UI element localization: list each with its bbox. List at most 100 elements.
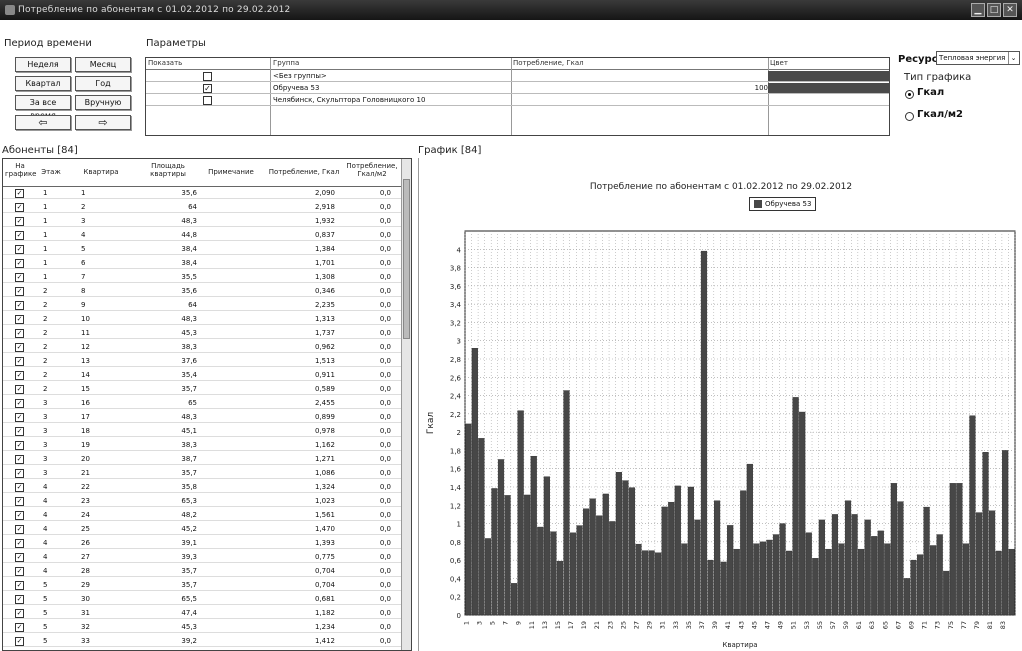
- on-chart-checkbox[interactable]: ✓: [15, 217, 24, 226]
- on-chart-checkbox[interactable]: ✓: [15, 567, 24, 576]
- on-chart-checkbox[interactable]: ✓: [15, 623, 24, 632]
- on-chart-checkbox[interactable]: ✓: [15, 413, 24, 422]
- table-row[interactable]: ✓ 3 19 38,3 1,162 0,0: [3, 440, 403, 451]
- table-row[interactable]: ✓ 2 15 35,7 0,589 0,0: [3, 384, 403, 395]
- group-color[interactable]: [768, 83, 890, 93]
- col-floor[interactable]: Этаж: [39, 168, 63, 176]
- table-row[interactable]: ✓ 1 7 35,5 1,308 0,0: [3, 272, 403, 283]
- on-chart-checkbox[interactable]: ✓: [15, 385, 24, 394]
- subscribers-scrollbar[interactable]: [401, 159, 411, 650]
- table-row[interactable]: ✓ 2 11 45,3 1,737 0,0: [3, 328, 403, 339]
- on-chart-checkbox[interactable]: ✓: [15, 399, 24, 408]
- on-chart-checkbox[interactable]: ✓: [15, 273, 24, 282]
- on-chart-checkbox[interactable]: ✓: [15, 259, 24, 268]
- table-row[interactable]: ✓ 4 25 45,2 1,470 0,0: [3, 524, 403, 535]
- params-row[interactable]: ✓ Обручева 53 100: [146, 83, 890, 94]
- col-area[interactable]: Площадь квартиры: [143, 162, 193, 178]
- radio-gcal-m2[interactable]: [905, 112, 914, 121]
- on-chart-checkbox[interactable]: ✓: [15, 287, 24, 296]
- on-chart-checkbox[interactable]: ✓: [15, 469, 24, 478]
- col-on-chart[interactable]: На графике: [5, 162, 36, 178]
- params-row[interactable]: <Без группы>: [146, 71, 890, 82]
- on-chart-checkbox[interactable]: ✓: [15, 539, 24, 548]
- table-row[interactable]: ✓ 4 22 35,8 1,324 0,0: [3, 482, 403, 493]
- manual-button[interactable]: Вручную: [75, 95, 131, 110]
- params-row[interactable]: Челябинск, Скульптора Головницкого 10: [146, 95, 889, 106]
- show-checkbox[interactable]: [203, 72, 212, 81]
- table-row[interactable]: ✓ 1 5 38,4 1,384 0,0: [3, 244, 403, 255]
- table-row[interactable]: ✓ 3 21 35,7 1,086 0,0: [3, 468, 403, 479]
- cell-area: 35,7: [181, 567, 197, 575]
- table-row[interactable]: ✓ 1 4 44,8 0,837 0,0: [3, 230, 403, 241]
- all-time-button[interactable]: За все время: [15, 95, 71, 120]
- table-row[interactable]: ✓ 3 18 45,1 0,978 0,0: [3, 426, 403, 437]
- on-chart-checkbox[interactable]: ✓: [15, 189, 24, 198]
- on-chart-checkbox[interactable]: ✓: [15, 497, 24, 506]
- on-chart-checkbox[interactable]: ✓: [15, 511, 24, 520]
- table-row[interactable]: ✓ 4 26 39,1 1,393 0,0: [3, 538, 403, 549]
- on-chart-checkbox[interactable]: ✓: [15, 441, 24, 450]
- show-checkbox[interactable]: [203, 96, 212, 105]
- on-chart-checkbox[interactable]: ✓: [15, 553, 24, 562]
- table-row[interactable]: ✓ 3 20 38,7 1,271 0,0: [3, 454, 403, 465]
- next-arrow-button[interactable]: ⇨: [75, 115, 131, 130]
- table-row[interactable]: ✓ 2 14 35,4 0,911 0,0: [3, 370, 403, 381]
- on-chart-checkbox[interactable]: ✓: [15, 595, 24, 604]
- table-row[interactable]: ✓ 5 32 45,3 1,234 0,0: [3, 622, 403, 633]
- table-row[interactable]: ✓ 4 27 39,3 0,775 0,0: [3, 552, 403, 563]
- week-button[interactable]: Неделя: [15, 57, 71, 72]
- radio-gcal[interactable]: [905, 90, 914, 99]
- table-row[interactable]: ✓ 5 33 39,2 1,412 0,0: [3, 636, 403, 647]
- quarter-button[interactable]: Квартал: [15, 76, 71, 91]
- month-button[interactable]: Месяц: [75, 57, 131, 72]
- on-chart-checkbox[interactable]: ✓: [15, 427, 24, 436]
- on-chart-checkbox[interactable]: ✓: [15, 203, 24, 212]
- table-row[interactable]: ✓ 1 1 35,6 2,090 0,0: [3, 188, 403, 199]
- on-chart-checkbox[interactable]: ✓: [15, 581, 24, 590]
- on-chart-checkbox[interactable]: ✓: [15, 609, 24, 618]
- col-note[interactable]: Примечание: [201, 168, 261, 176]
- on-chart-checkbox[interactable]: ✓: [15, 245, 24, 254]
- table-row[interactable]: ✓ 1 3 48,3 1,932 0,0: [3, 216, 403, 227]
- table-row[interactable]: ✓ 2 9 64 2,235 0,0: [3, 300, 403, 311]
- col-apartment[interactable]: Квартира: [79, 168, 123, 176]
- on-chart-checkbox[interactable]: ✓: [15, 637, 24, 646]
- table-row[interactable]: ✓ 4 24 48,2 1,561 0,0: [3, 510, 403, 521]
- close-button[interactable]: ✕: [1003, 3, 1017, 17]
- on-chart-checkbox[interactable]: ✓: [15, 371, 24, 380]
- table-row[interactable]: ✓ 4 28 35,7 0,704 0,0: [3, 566, 403, 577]
- scrollbar-thumb[interactable]: [403, 179, 410, 339]
- table-row[interactable]: ✓ 4 23 65,3 1,023 0,0: [3, 496, 403, 507]
- on-chart-checkbox[interactable]: ✓: [15, 301, 24, 310]
- table-row[interactable]: ✓ 1 6 38,4 1,701 0,0: [3, 258, 403, 269]
- table-row[interactable]: ✓ 3 16 65 2,455 0,0: [3, 398, 403, 409]
- table-row[interactable]: ✓ 5 29 35,7 0,704 0,0: [3, 580, 403, 591]
- group-color[interactable]: [768, 95, 890, 105]
- on-chart-checkbox[interactable]: ✓: [15, 231, 24, 240]
- table-row[interactable]: ✓ 5 30 65,5 0,681 0,0: [3, 594, 403, 605]
- on-chart-checkbox[interactable]: ✓: [15, 455, 24, 464]
- group-color[interactable]: [768, 71, 890, 81]
- chevron-down-icon[interactable]: ⌄: [1008, 52, 1018, 64]
- on-chart-checkbox[interactable]: ✓: [15, 343, 24, 352]
- table-row[interactable]: ✓ 2 12 38,3 0,962 0,0: [3, 342, 403, 353]
- prev-arrow-button[interactable]: ⇦: [15, 115, 71, 130]
- resource-select[interactable]: Тепловая энергия ⌄: [936, 51, 1020, 65]
- table-row[interactable]: ✓ 3 17 48,3 0,899 0,0: [3, 412, 403, 423]
- on-chart-checkbox[interactable]: ✓: [15, 483, 24, 492]
- on-chart-checkbox[interactable]: ✓: [15, 315, 24, 324]
- minimize-button[interactable]: ▁: [971, 3, 985, 17]
- show-checkbox[interactable]: ✓: [203, 84, 212, 93]
- col-consumption-m2[interactable]: Потребление, Гкал/м2: [343, 162, 401, 178]
- table-row[interactable]: ✓ 2 13 37,6 1,513 0,0: [3, 356, 403, 367]
- on-chart-checkbox[interactable]: ✓: [15, 525, 24, 534]
- maximize-button[interactable]: □: [987, 3, 1001, 17]
- col-consumption[interactable]: Потребление, Гкал: [265, 168, 343, 176]
- on-chart-checkbox[interactable]: ✓: [15, 329, 24, 338]
- table-row[interactable]: ✓ 5 31 47,4 1,182 0,0: [3, 608, 403, 619]
- table-row[interactable]: ✓ 1 2 64 2,918 0,0: [3, 202, 403, 213]
- year-button[interactable]: Год: [75, 76, 131, 91]
- on-chart-checkbox[interactable]: ✓: [15, 357, 24, 366]
- table-row[interactable]: ✓ 2 10 48,3 1,313 0,0: [3, 314, 403, 325]
- table-row[interactable]: ✓ 2 8 35,6 0,346 0,0: [3, 286, 403, 297]
